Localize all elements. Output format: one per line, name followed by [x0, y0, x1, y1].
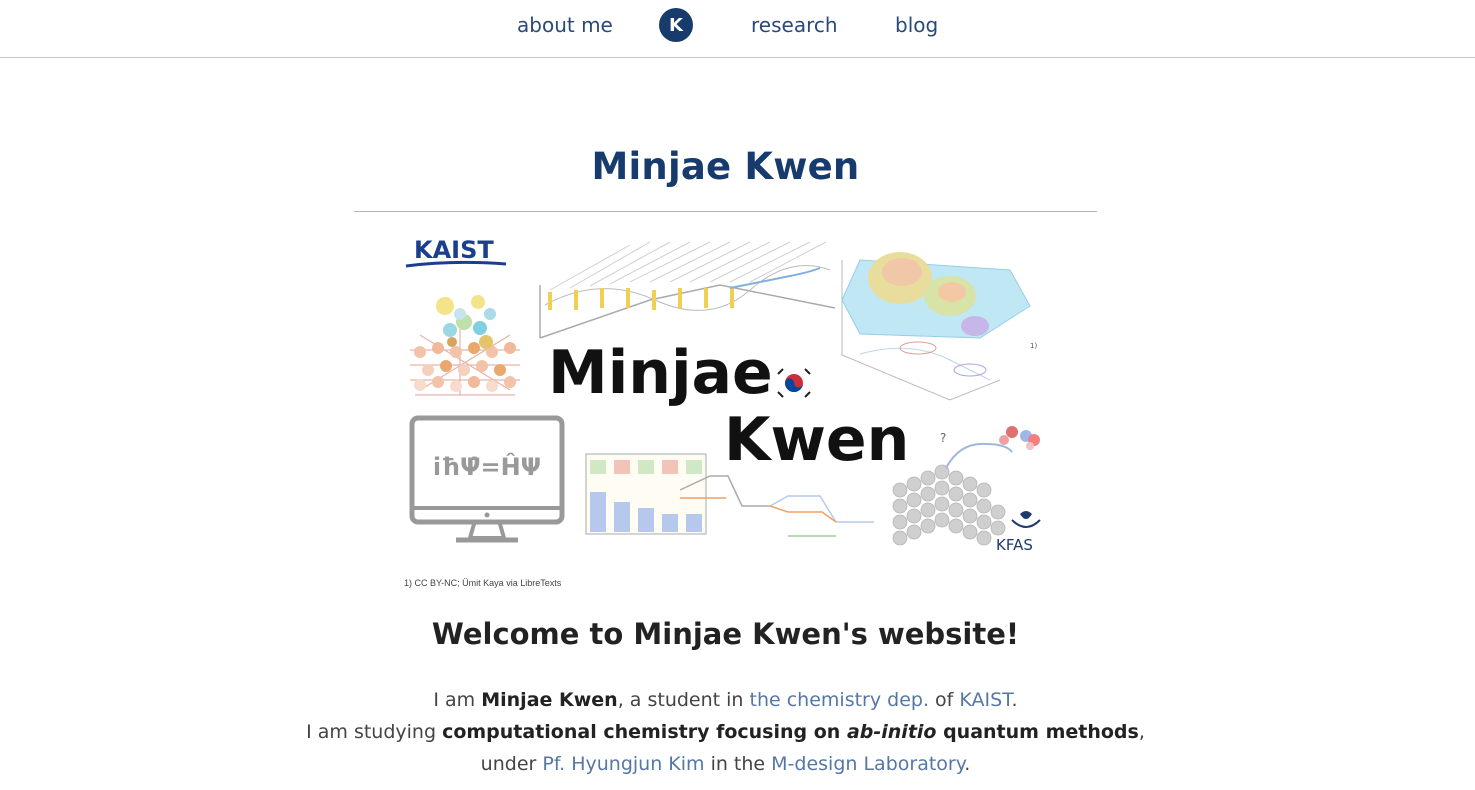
author-name: Minjae Kwen: [481, 689, 618, 711]
intro-line-1: I am Minjae Kwen, a student in the chemi…: [433, 689, 1018, 711]
svg-text:KFAS: KFAS: [996, 536, 1033, 554]
title-divider: [354, 211, 1097, 212]
research-focus: computational chemistry focusing on ab-i…: [442, 721, 1139, 743]
nav-research-link[interactable]: research: [751, 13, 838, 37]
waveform-diagram: [539, 241, 836, 339]
svg-text:iħΨ̇=ĤΨ: iħΨ̇=ĤΨ: [433, 452, 541, 481]
kaist-logo: KAIST: [405, 236, 507, 268]
banner-image: KAIST 1) Minjae Kwen iħΨ̇=ĤΨ ? KFAS: [405, 236, 1041, 554]
svg-text:1): 1): [1030, 342, 1037, 350]
intro-line-3: under Pf. Hyungjun Kim in the M-design L…: [480, 753, 971, 775]
svg-text:KAIST: KAIST: [414, 236, 494, 264]
lab-link[interactable]: M-design Laboratory: [771, 753, 964, 775]
page-title: Minjae Kwen: [591, 145, 860, 188]
site-logo-icon[interactable]: K: [659, 8, 693, 42]
reaction-question-mark: ?: [940, 431, 946, 445]
svg-text:Kwen: Kwen: [724, 405, 909, 475]
image-credit: 1) CC BY-NC; Ümit Kaya via LibreTexts: [404, 578, 562, 588]
welcome-heading: Welcome to Minjae Kwen's website!: [431, 617, 1020, 651]
nav-blog-link[interactable]: blog: [895, 13, 938, 37]
surface-plot-icon: 1): [841, 252, 1037, 401]
advisor-link[interactable]: Pf. Hyungjun Kim: [542, 753, 704, 775]
monitor-icon: iħΨ̇=ĤΨ: [409, 415, 565, 543]
reaction-arrow: [945, 442, 1013, 469]
catalyst-surface-icon: [892, 464, 1006, 546]
svg-text:Minjae: Minjae: [548, 338, 773, 408]
top-nav-bar: about me K research blog: [0, 0, 1475, 58]
nav-about-link[interactable]: about me: [517, 13, 613, 37]
chemistry-dept-link[interactable]: the chemistry dep.: [750, 689, 929, 711]
intro-line-2: I am studying computational chemistry fo…: [306, 721, 1145, 743]
kaist-link[interactable]: KAIST: [959, 689, 1011, 711]
intro-paragraph: I am Minjae Kwen, a student in the chemi…: [300, 684, 1151, 780]
korea-flag-icon: [777, 368, 811, 398]
crystal-structure-icon: [410, 295, 520, 396]
